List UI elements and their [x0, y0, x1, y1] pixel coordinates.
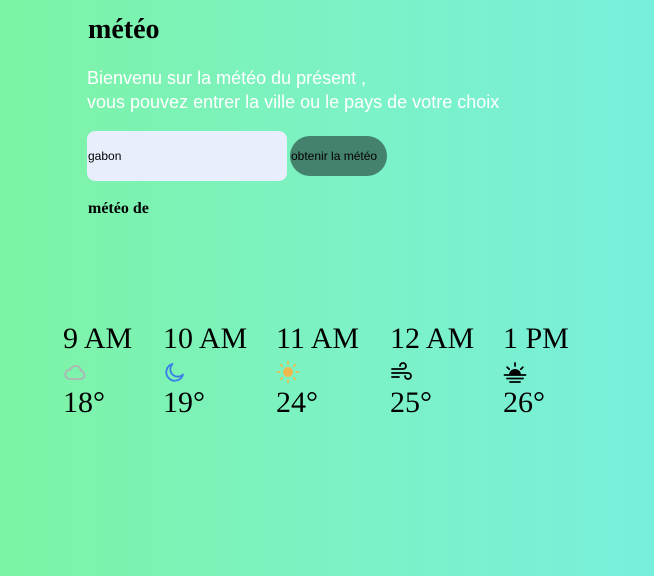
- forecast-temp: 25°: [390, 386, 432, 419]
- forecast-time: 11 AM: [276, 322, 360, 355]
- forecast-hour: 11 AM 24°: [276, 322, 386, 420]
- forecast-time: 12 AM: [390, 322, 475, 355]
- wind-icon: [391, 362, 412, 380]
- intro-line-1: Bienvenu sur la météo du présent ,: [87, 68, 367, 88]
- sunrise-icon: [503, 362, 527, 383]
- forecast-time: 9 AM: [63, 322, 133, 355]
- result-location-label: météo de: [88, 200, 149, 217]
- page-title: météo: [88, 14, 160, 45]
- location-input[interactable]: [87, 131, 287, 181]
- get-weather-button[interactable]: obtenir la météo: [290, 136, 387, 176]
- forecast-temp: 18°: [63, 386, 105, 419]
- intro-text: Bienvenu sur la météo du présent , vous …: [87, 66, 499, 114]
- forecast-hour: 10 AM 19°: [163, 322, 273, 420]
- forecast-hour: 12 AM 25°: [390, 322, 500, 420]
- cloud-icon: [64, 365, 86, 380]
- intro-line-2: vous pouvez entrer la ville ou le pays d…: [87, 92, 500, 112]
- forecast-temp: 24°: [276, 386, 318, 419]
- moon-icon: [165, 363, 184, 382]
- sun-icon: [276, 360, 300, 384]
- forecast-temp: 19°: [163, 386, 205, 419]
- forecast-time: 10 AM: [163, 322, 248, 355]
- hourly-forecast: 9 AM 18° 10 AM 19° 11 AM 24° 12 AM 25° 1…: [0, 322, 654, 432]
- forecast-hour: 1 PM 26°: [503, 322, 613, 420]
- forecast-temp: 26°: [503, 386, 545, 419]
- forecast-hour: 9 AM 18°: [63, 322, 173, 420]
- forecast-time: 1 PM: [503, 322, 569, 355]
